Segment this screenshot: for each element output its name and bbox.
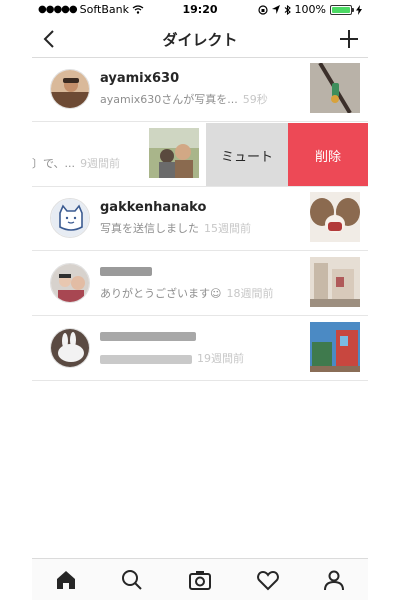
thread-time: 18週間前 (226, 287, 274, 300)
thread-preview: 19週間前 (100, 350, 244, 366)
thread-thumbnail (310, 257, 360, 307)
thread-thumbnail (310, 192, 360, 242)
camera-icon[interactable] (188, 568, 212, 592)
thread-preview: 〕で、... 9週間前 (32, 155, 120, 171)
delete-button[interactable]: 削除 (288, 123, 368, 186)
charging-icon (356, 4, 362, 15)
thread-row[interactable]: ayamix630 ayamix630さんが写真を... 59秒 (32, 58, 368, 122)
thread-message: ayamix630さんが写真を... (100, 93, 238, 106)
heart-icon[interactable] (256, 568, 280, 592)
location-icon (271, 5, 280, 14)
search-icon[interactable] (120, 568, 144, 592)
thread-thumbnail (310, 322, 360, 372)
battery-percent: 100% (294, 3, 326, 16)
thread-time: 59秒 (242, 93, 268, 106)
rotation-lock-icon (257, 4, 268, 15)
blurred-name (100, 267, 152, 276)
thread-row[interactable]: gakkenhanako 写真を送信しました 15週間前 (32, 187, 368, 251)
thread-name-blurred (100, 265, 152, 280)
plus-icon[interactable] (338, 28, 360, 50)
thread-name-blurred (100, 330, 196, 345)
profile-icon[interactable] (322, 568, 346, 592)
page-title: ダイレクト (162, 31, 238, 49)
thread-message: 写真を送信しました (100, 222, 199, 235)
avatar (50, 69, 90, 109)
thread-name: ayamix630 (100, 71, 180, 86)
thread-preview: 写真を送信しました 15週間前 (100, 220, 251, 236)
thread-row-swiped[interactable]: 〕で、... 9週間前 ミュート 削除 (32, 123, 368, 187)
thread-row[interactable]: ありがとうございます☺ 18週間前 (32, 252, 368, 316)
avatar (50, 263, 90, 303)
battery-icon (330, 4, 354, 15)
avatar (50, 328, 90, 368)
nav-bar: ダイレクト (32, 20, 368, 58)
status-bar: ●●●●● SoftBank 19:20 100% (0, 0, 400, 20)
thread-preview: ありがとうございます☺ 18週間前 (100, 285, 273, 301)
thread-time: 19週間前 (197, 352, 244, 365)
thread-message: ありがとうございます☺ (100, 287, 222, 300)
avatar (50, 198, 90, 238)
battery-fill (332, 6, 350, 13)
mute-button[interactable]: ミュート (206, 123, 288, 186)
blurred-message (100, 354, 192, 364)
status-right: 100% (257, 3, 362, 16)
home-icon[interactable] (54, 568, 78, 592)
blurred-name (100, 332, 196, 341)
thread-row[interactable]: 19週間前 (32, 317, 368, 381)
thread-thumbnail (149, 128, 199, 178)
thread-preview: ayamix630さんが写真を... 59秒 (100, 91, 268, 107)
bluetooth-icon (284, 4, 291, 15)
thread-time: 15週間前 (204, 222, 251, 235)
thread-thumbnail (310, 63, 360, 113)
thread-name: gakkenhanako (100, 200, 207, 215)
thread-message: 〕で、... (32, 157, 76, 170)
tab-bar (32, 558, 368, 600)
thread-time: 9週間前 (80, 157, 121, 170)
